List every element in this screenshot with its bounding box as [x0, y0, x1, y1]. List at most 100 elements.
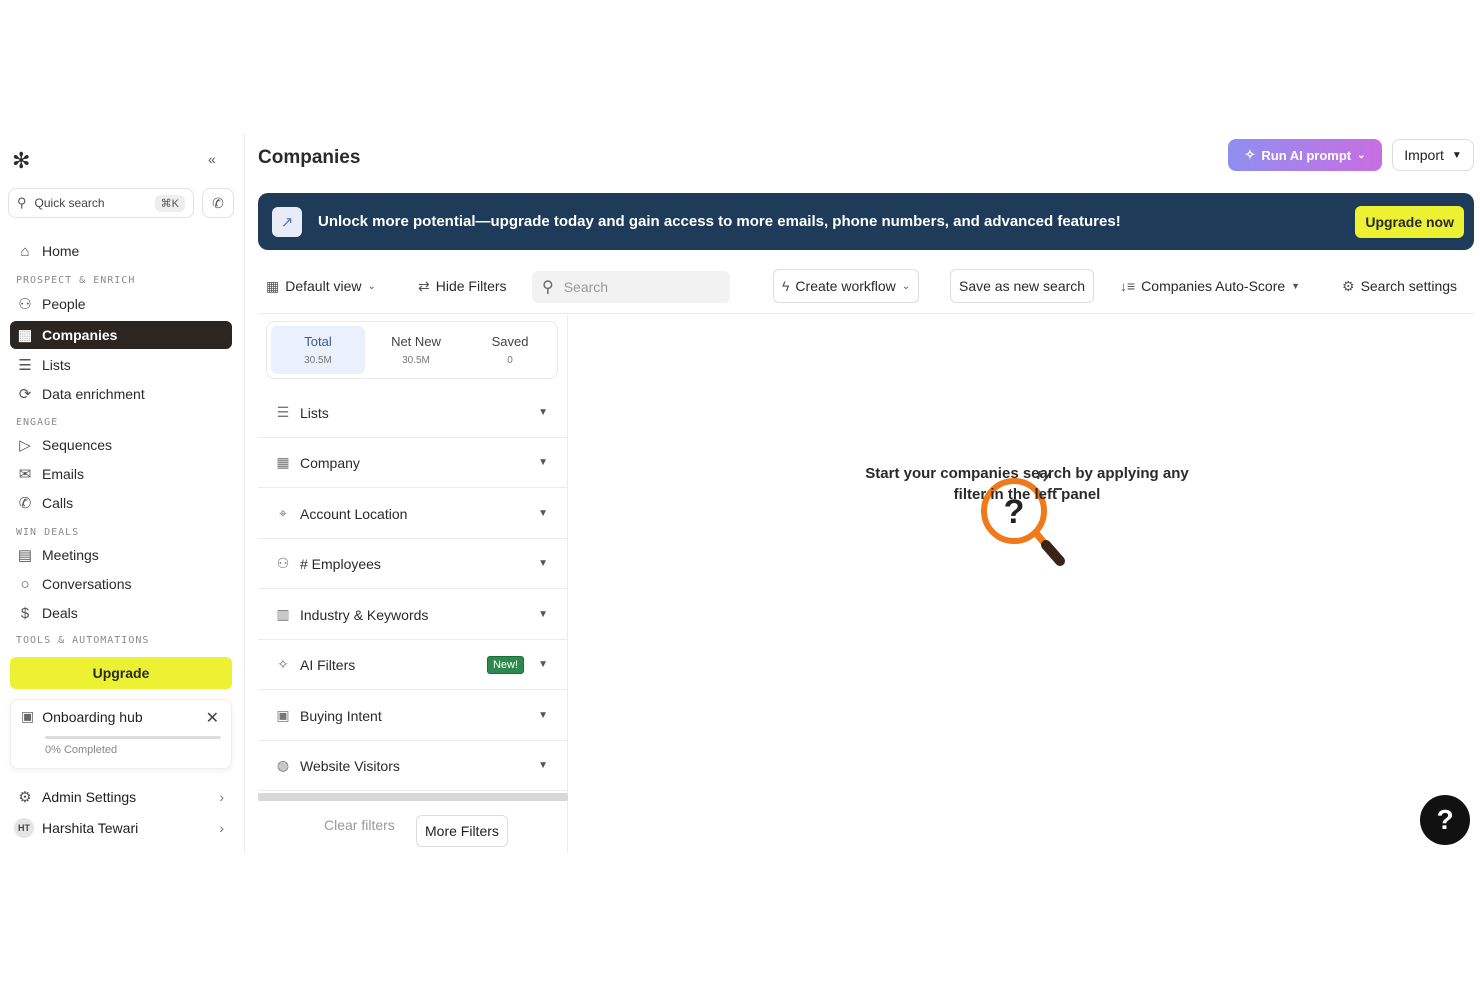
banner-text: Unlock more potential—upgrade today and …	[318, 213, 1121, 230]
sidebar-item-label: Meetings	[42, 547, 99, 563]
filter-website-visitors[interactable]: ◍ Website Visitors ▼	[258, 741, 568, 791]
sidebar-item-deals[interactable]: $ Deals	[10, 599, 232, 627]
search-icon: ⚲	[17, 195, 27, 210]
run-ai-prompt-button[interactable]: ✧ Run AI prompt ⌄	[1228, 139, 1382, 171]
filter-account-location[interactable]: ⌖ Account Location ▼	[258, 489, 568, 539]
onboarding-progress-bar	[45, 736, 221, 739]
caret-down-icon: ▼	[1291, 281, 1301, 291]
sidebar-item-user[interactable]: HT Harshita Tewari ›	[10, 814, 232, 842]
filter-buying-intent[interactable]: ▣ Buying Intent ▼	[258, 691, 568, 741]
sidebar-item-lists[interactable]: ☰ Lists	[10, 351, 232, 379]
onboarding-hub-card[interactable]: ▣ Onboarding hub ✕ 0% Completed	[10, 699, 232, 769]
close-icon[interactable]: ✕	[206, 708, 219, 728]
chevron-down-icon: ⌄	[1357, 149, 1366, 161]
search-input[interactable]: ⚲ Search	[532, 271, 730, 303]
people-icon: ⚇	[18, 296, 32, 313]
list-icon: ☰	[276, 404, 290, 420]
chevron-right-icon: ›	[219, 789, 224, 805]
sidebar-item-label: Deals	[42, 605, 78, 621]
page-title: Companies	[258, 147, 361, 168]
sidebar-item-data-enrichment[interactable]: ⟳ Data enrichment	[10, 380, 232, 408]
import-button[interactable]: Import ▼	[1392, 139, 1474, 171]
globe-icon: ◍	[276, 757, 290, 773]
home-icon: ⌂	[20, 242, 30, 260]
building-icon: ▦	[276, 454, 290, 470]
clear-filters-button[interactable]: Clear filters	[324, 817, 395, 833]
sidebar-item-emails[interactable]: ✉ Emails	[10, 460, 232, 488]
sliders-icon: ⇄	[418, 277, 430, 294]
sidebar-item-label: Home	[42, 243, 80, 259]
trending-up-icon: ↗	[272, 206, 302, 237]
sidebar-item-companies[interactable]: ▦ Companies	[10, 321, 232, 349]
sparkle-icon: ✧	[1244, 147, 1256, 162]
sidebar-item-home[interactable]: ⌂ Home	[10, 237, 232, 265]
sparkle-icon: ✧	[277, 656, 289, 672]
sidebar-item-label: Lists	[42, 357, 71, 373]
filter-employees[interactable]: ⚇ # Employees ▼	[258, 539, 568, 589]
collapse-sidebar-icon[interactable]: «	[208, 151, 216, 167]
location-pin-icon: ⌖	[279, 505, 287, 521]
sidebar-item-sequences[interactable]: ▷ Sequences	[10, 431, 232, 459]
onboarding-progress-text: 0% Completed	[45, 744, 118, 756]
sidebar-item-label: Conversations	[42, 576, 132, 592]
scrollbar[interactable]	[258, 793, 568, 801]
gear-icon: ⚙	[1342, 277, 1355, 294]
tab-total[interactable]: Total 30.5M	[271, 326, 365, 374]
filter-lists[interactable]: ☰ Lists ▼	[258, 388, 568, 438]
phone-icon: ✆	[18, 495, 32, 512]
quick-search[interactable]: ⚲ Quick search ⌘K	[8, 188, 194, 218]
help-button[interactable]: ?	[1420, 795, 1470, 845]
new-badge: New!	[486, 655, 524, 674]
auto-score-dropdown[interactable]: ↓≡ Companies Auto-Score ▼	[1120, 269, 1300, 303]
save-search-button[interactable]: Save as new search	[950, 269, 1095, 303]
create-workflow-button[interactable]: ϟ Create workflow ⌄	[773, 269, 920, 303]
upgrade-banner: ↗ Unlock more potential—upgrade today an…	[258, 193, 1474, 250]
sidebar-item-people[interactable]: ⚇ People	[10, 290, 232, 318]
chevron-down-icon: ⌄	[901, 280, 911, 292]
filter-ai-filters[interactable]: ✧ AI Filters New! ▼	[258, 640, 568, 690]
sidebar-item-label: People	[42, 296, 86, 312]
app-window: ✻ « ⚲ Quick search ⌘K ✆ ⌂ Home PROSPECT …	[0, 133, 1480, 853]
more-filters-button[interactable]: More Filters	[416, 815, 508, 847]
mail-icon: ✉	[18, 466, 32, 483]
sidebar-item-admin-settings[interactable]: ⚙ Admin Settings ›	[10, 783, 232, 811]
filter-industry-keywords[interactable]: ▥ Industry & Keywords ▼	[258, 590, 568, 640]
caret-down-icon: ▼	[1451, 149, 1462, 161]
caret-down-icon: ▼	[538, 609, 548, 620]
sidebar-item-conversations[interactable]: ○ Conversations	[10, 570, 232, 598]
toolbar: ▦ Default view ⌄ ⇄ Hide Filters ⚲ Search…	[258, 269, 1474, 305]
chat-bubble-icon: ○	[20, 575, 30, 593]
quick-search-placeholder: Quick search	[34, 196, 105, 210]
send-icon: ▷	[19, 437, 31, 454]
sidebar-item-meetings[interactable]: ▤ Meetings	[10, 541, 232, 569]
sidebar-item-calls[interactable]: ✆ Calls	[10, 489, 232, 517]
caret-down-icon: ▼	[538, 710, 548, 721]
logo-icon[interactable]: ✻	[12, 148, 30, 174]
hide-filters-button[interactable]: ⇄ Hide Filters	[418, 269, 507, 303]
sidebar-item-label: Calls	[42, 495, 74, 511]
industry-icon: ▥	[276, 606, 290, 622]
stats-tabs: Total 30.5M Net New 30.5M Saved 0	[266, 321, 558, 379]
chart-icon: ▣	[276, 707, 290, 723]
filter-company[interactable]: ▦ Company ▼	[258, 438, 568, 488]
sidebar: ✻ « ⚲ Quick search ⌘K ✆ ⌂ Home PROSPECT …	[0, 133, 245, 853]
sidebar-item-label: Companies	[42, 327, 118, 343]
tab-net-new[interactable]: Net New 30.5M	[369, 322, 463, 378]
dialer-button[interactable]: ✆	[202, 188, 234, 218]
lightning-icon: ϟ	[782, 278, 790, 294]
sidebar-item-label: Data enrichment	[42, 386, 145, 402]
caret-down-icon: ▼	[538, 760, 548, 771]
upgrade-now-button[interactable]: Upgrade now	[1355, 205, 1464, 238]
shortcut-badge: ⌘K	[154, 194, 185, 212]
calendar-icon: ▤	[17, 547, 33, 564]
onboarding-title: ▣ Onboarding hub	[21, 708, 143, 725]
search-settings-button[interactable]: ⚙ Search settings	[1342, 269, 1457, 303]
tab-saved[interactable]: Saved 0	[463, 322, 557, 378]
empty-state-message: Start your companies search by applying …	[865, 465, 1189, 503]
default-view-dropdown[interactable]: ▦ Default view ⌄	[266, 269, 376, 303]
upgrade-button[interactable]: Upgrade	[10, 657, 232, 689]
section-label-tools: TOOLS & AUTOMATIONS	[16, 635, 150, 643]
sidebar-item-label: Sequences	[42, 437, 113, 453]
caret-down-icon: ▼	[538, 558, 548, 569]
caret-down-icon: ▼	[538, 407, 548, 418]
